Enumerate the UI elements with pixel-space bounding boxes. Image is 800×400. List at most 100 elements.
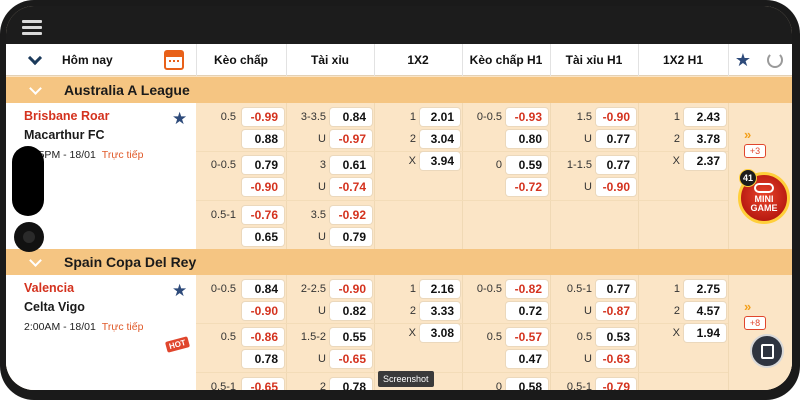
odds-cell[interactable]: -0.82 [506, 280, 548, 298]
odds-cell[interactable]: 0.53 [596, 328, 636, 346]
odds-cell[interactable]: -0.79 [596, 378, 636, 390]
odds-cell[interactable]: -0.65 [242, 378, 284, 390]
betslip-document-icon[interactable] [750, 334, 784, 368]
away-team[interactable]: Macarthur FC [24, 128, 105, 142]
league-header[interactable]: Spain Copa Del Rey [6, 249, 792, 275]
handicap-line: 0.5-1 [210, 209, 236, 221]
odds-cell[interactable]: 0.88 [242, 130, 284, 148]
collapse-all-chevron-icon[interactable] [18, 44, 52, 76]
odds-cell[interactable]: 2.37 [684, 152, 726, 170]
odds-cell[interactable]: 0.84 [242, 280, 284, 298]
odds-cell[interactable]: 0.78 [330, 378, 372, 390]
odds-cell[interactable]: 0.65 [242, 228, 284, 246]
more-markets-count[interactable]: +3 [744, 144, 766, 158]
odds-cell[interactable]: 0.55 [330, 328, 372, 346]
over-under-line: 2 [319, 381, 326, 390]
live-status[interactable]: Trực tiếp [102, 149, 144, 161]
odds-cell[interactable]: 0.47 [506, 350, 548, 368]
col-over-under: Tài xỉu [310, 53, 349, 67]
under-label: U [584, 133, 592, 145]
expand-arrows-icon[interactable]: » [744, 299, 751, 314]
odds-cell[interactable]: 1.94 [684, 324, 726, 342]
today-filter[interactable]: Hôm nay [62, 44, 152, 76]
outcome-label: 1 [673, 111, 680, 123]
odds-cell[interactable]: 3.78 [684, 130, 726, 148]
over-under-line: 1.5 [576, 111, 592, 123]
hamburger-menu-icon[interactable] [22, 20, 42, 36]
odds-cell[interactable]: 0.77 [596, 280, 636, 298]
odds-cell[interactable]: 0.80 [506, 130, 548, 148]
odds-cell[interactable]: 0.84 [330, 108, 372, 126]
handicap-line: 0.5 [486, 331, 502, 343]
away-team[interactable]: Celta Vigo [24, 300, 85, 314]
odds-cell[interactable]: -0.93 [506, 108, 548, 126]
mini-game-button[interactable]: 41 MINI GAME [738, 169, 790, 224]
odds-cell[interactable]: 3.33 [420, 302, 460, 320]
odds-cell[interactable]: 0.79 [242, 156, 284, 174]
odds-cell[interactable]: -0.63 [596, 350, 636, 368]
favorite-star-icon[interactable]: ★ [172, 281, 187, 301]
more-markets-count[interactable]: +8 [744, 316, 766, 330]
odds-cell[interactable]: -0.90 [242, 302, 284, 320]
odds-cell[interactable]: 2.43 [684, 108, 726, 126]
league-name: Australia A League [64, 82, 190, 98]
handicap-line: 0-0.5 [476, 283, 502, 295]
odds-cell[interactable]: 0.59 [506, 156, 548, 174]
odds-cell[interactable]: -0.76 [242, 206, 284, 224]
home-team[interactable]: Valencia [24, 281, 74, 295]
favorites-star-icon[interactable]: ★ [730, 44, 756, 76]
col-handicap: Kèo chấp [213, 53, 268, 67]
odds-cell[interactable]: 0.72 [506, 302, 548, 320]
odds-cell[interactable]: -0.97 [330, 130, 372, 148]
odds-cell[interactable]: 0.79 [330, 228, 372, 246]
outcome-label: 1 [673, 283, 680, 295]
under-label: U [584, 305, 592, 317]
league-header[interactable]: Australia A League [6, 77, 792, 103]
odds-cell[interactable]: -0.65 [330, 350, 372, 368]
odds-cell[interactable]: -0.86 [242, 328, 284, 346]
outcome-label: X [408, 155, 416, 167]
odds-cell[interactable]: 2.16 [420, 280, 460, 298]
odds-cell[interactable]: 0.78 [242, 350, 284, 368]
odds-cell[interactable]: 0.77 [596, 130, 636, 148]
league-collapse-chevron-icon[interactable] [26, 81, 44, 99]
expand-arrows-icon[interactable]: » [744, 127, 751, 142]
refresh-icon[interactable] [762, 44, 788, 76]
more-markets[interactable]: » +8 [734, 275, 792, 390]
odds-cell[interactable]: -0.87 [596, 302, 636, 320]
odds-cell[interactable]: -0.90 [596, 178, 636, 196]
odds-cell[interactable]: -0.74 [330, 178, 372, 196]
over-under-line: 3-3.5 [300, 111, 326, 123]
col-1x2: 1X2 [407, 53, 429, 67]
odds-cell[interactable]: 0.58 [506, 378, 548, 390]
outcome-label: X [672, 327, 680, 339]
league-collapse-chevron-icon[interactable] [26, 253, 44, 271]
match-time: 2:00AM - 18/01 Trực tiếp [24, 321, 144, 333]
odds-cell[interactable]: -0.90 [330, 280, 372, 298]
over-under-line: 3 [319, 159, 326, 171]
odds-cell[interactable]: 2.01 [420, 108, 460, 126]
odds-cell[interactable]: -0.57 [506, 328, 548, 346]
odds-cell[interactable]: -0.90 [242, 178, 284, 196]
odds-cell[interactable]: 3.94 [420, 152, 460, 170]
odds-cell[interactable]: 3.08 [420, 324, 460, 342]
calendar-icon[interactable] [160, 44, 188, 76]
odds-cell[interactable]: 0.61 [330, 156, 372, 174]
odds-cell[interactable]: -0.92 [330, 206, 372, 224]
odds-cell[interactable]: 0.77 [596, 156, 636, 174]
under-label: U [318, 133, 326, 145]
home-team[interactable]: Brisbane Roar [24, 109, 109, 123]
under-label: U [318, 231, 326, 243]
odds-cell[interactable]: 3.04 [420, 130, 460, 148]
over-under-line: 0.5-1 [566, 381, 592, 390]
odds-cell[interactable]: 0.82 [330, 302, 372, 320]
live-status[interactable]: Trực tiếp [102, 321, 144, 333]
favorite-star-icon[interactable]: ★ [172, 109, 187, 129]
odds-cell[interactable]: -0.90 [596, 108, 636, 126]
odds-cell[interactable]: 2.75 [684, 280, 726, 298]
odds-header: Hôm nay Kèo chấp Tài xỉu 1X2 Kèo chấp H1… [6, 44, 792, 76]
odds-cell[interactable]: -0.72 [506, 178, 548, 196]
handicap-line: 0-0.5 [476, 111, 502, 123]
odds-cell[interactable]: -0.99 [242, 108, 284, 126]
odds-cell[interactable]: 4.57 [684, 302, 726, 320]
